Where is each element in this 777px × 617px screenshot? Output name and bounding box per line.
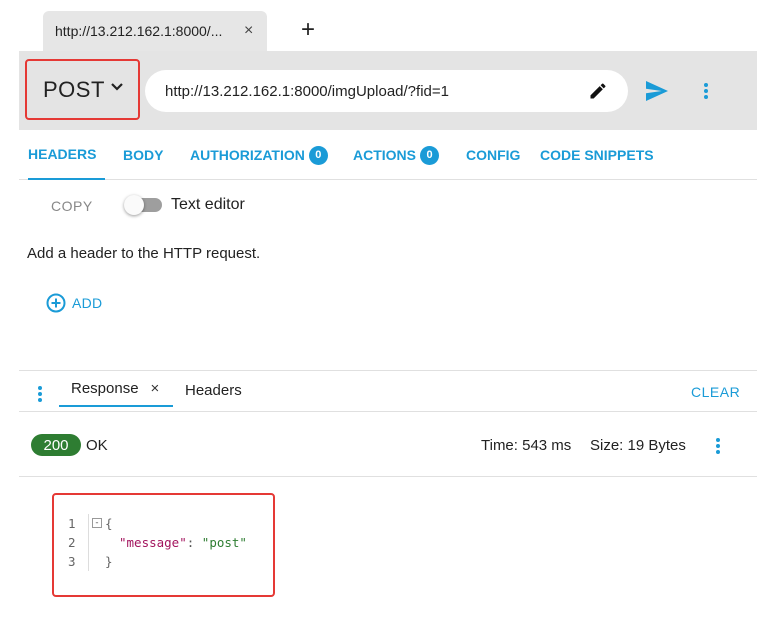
code-gutter bbox=[88, 552, 102, 571]
tab-headers-label: HEADERS bbox=[28, 146, 97, 162]
line-number: 1 bbox=[68, 516, 76, 531]
authorization-count-badge: 0 bbox=[308, 145, 328, 165]
more-vertical-icon[interactable] bbox=[715, 437, 721, 455]
code-content: "message": "post" bbox=[102, 533, 247, 552]
tab-actions-label: ACTIONS bbox=[353, 147, 416, 163]
response-size: Size: 19 Bytes bbox=[590, 437, 686, 454]
method-label: POST bbox=[43, 76, 105, 102]
tab-authorization-label: AUTHORIZATION bbox=[190, 147, 305, 163]
json-colon: : bbox=[186, 535, 202, 550]
tab-authorization[interactable]: AUTHORIZATION 0 bbox=[190, 130, 328, 180]
open-brace: { bbox=[105, 516, 113, 531]
code-gutter: - bbox=[88, 514, 102, 533]
url-input[interactable]: http://13.212.162.1:8000/imgUpload/?fid=… bbox=[145, 70, 628, 112]
request-tabs: HEADERS BODY AUTHORIZATION 0 ACTIONS 0 C… bbox=[19, 130, 757, 180]
send-icon[interactable] bbox=[645, 80, 669, 102]
add-circle-icon bbox=[46, 293, 66, 313]
code-line: 2 "message": "post" bbox=[68, 533, 247, 552]
close-tab-icon[interactable]: × bbox=[244, 22, 253, 40]
json-value: "post" bbox=[201, 535, 247, 550]
code-gutter bbox=[88, 533, 102, 552]
chevron-down-icon bbox=[111, 83, 123, 91]
toggle-knob bbox=[124, 195, 144, 215]
tab-config[interactable]: CONFIG bbox=[466, 130, 520, 180]
status-text: OK bbox=[86, 437, 108, 454]
code-line: 3 } bbox=[68, 552, 247, 571]
tab-body[interactable]: BODY bbox=[123, 130, 163, 180]
method-highlight: POST bbox=[25, 59, 140, 120]
line-number: 2 bbox=[68, 535, 76, 550]
more-vertical-icon[interactable] bbox=[703, 82, 709, 100]
tab-response[interactable]: Response × bbox=[59, 371, 173, 407]
response-status-row: 200 OK Time: 543 ms Size: 19 Bytes bbox=[19, 412, 757, 477]
clear-button[interactable]: CLEAR bbox=[691, 384, 740, 400]
add-header-button[interactable]: ADD bbox=[46, 292, 102, 314]
method-select[interactable]: POST bbox=[31, 65, 134, 114]
tab-actions[interactable]: ACTIONS 0 bbox=[353, 130, 439, 180]
browser-tab[interactable]: http://13.212.162.1:8000/... × bbox=[43, 11, 267, 51]
tab-response-headers[interactable]: Headers bbox=[185, 382, 242, 399]
text-editor-label: Text editor bbox=[171, 196, 245, 213]
response-body-highlight: 1 - { 2 "message": "post" 3 } bbox=[52, 493, 275, 597]
tab-config-label: CONFIG bbox=[466, 147, 521, 163]
tab-code-snippets-label: CODE SNIPPETS bbox=[540, 147, 654, 163]
line-number: 3 bbox=[68, 554, 76, 569]
add-label: ADD bbox=[72, 295, 103, 311]
response-tab-label: Response bbox=[71, 379, 139, 397]
headers-hint: Add a header to the HTTP request. bbox=[27, 245, 261, 262]
browser-tab-strip: http://13.212.162.1:8000/... × + bbox=[0, 0, 777, 51]
actions-count-badge: 0 bbox=[420, 145, 439, 165]
request-bar: POST http://13.212.162.1:8000/imgUpload/… bbox=[19, 51, 757, 130]
tab-headers[interactable]: HEADERS bbox=[28, 130, 105, 180]
response-time: Time: 543 ms bbox=[481, 437, 572, 454]
fold-toggle-icon[interactable]: - bbox=[92, 518, 102, 528]
response-body-code[interactable]: 1 - { 2 "message": "post" 3 } bbox=[68, 514, 247, 571]
more-vertical-icon[interactable] bbox=[37, 385, 43, 403]
pencil-icon[interactable] bbox=[588, 81, 608, 101]
json-key: "message" bbox=[119, 535, 187, 550]
browser-tab-title: http://13.212.162.1:8000/... bbox=[55, 23, 223, 39]
code-line: 1 - { bbox=[68, 514, 247, 533]
text-editor-toggle[interactable] bbox=[124, 195, 162, 215]
new-tab-icon[interactable]: + bbox=[301, 17, 315, 43]
tab-body-label: BODY bbox=[123, 147, 164, 163]
response-toolbar: Response × Headers CLEAR bbox=[19, 370, 757, 412]
tab-code-snippets[interactable]: CODE SNIPPETS bbox=[540, 130, 654, 180]
url-text: http://13.212.162.1:8000/imgUpload/?fid=… bbox=[165, 82, 449, 100]
status-code-badge: 200 bbox=[31, 434, 81, 456]
close-icon[interactable]: × bbox=[151, 380, 160, 397]
copy-button[interactable]: COPY bbox=[51, 198, 93, 214]
close-brace: } bbox=[105, 554, 113, 569]
